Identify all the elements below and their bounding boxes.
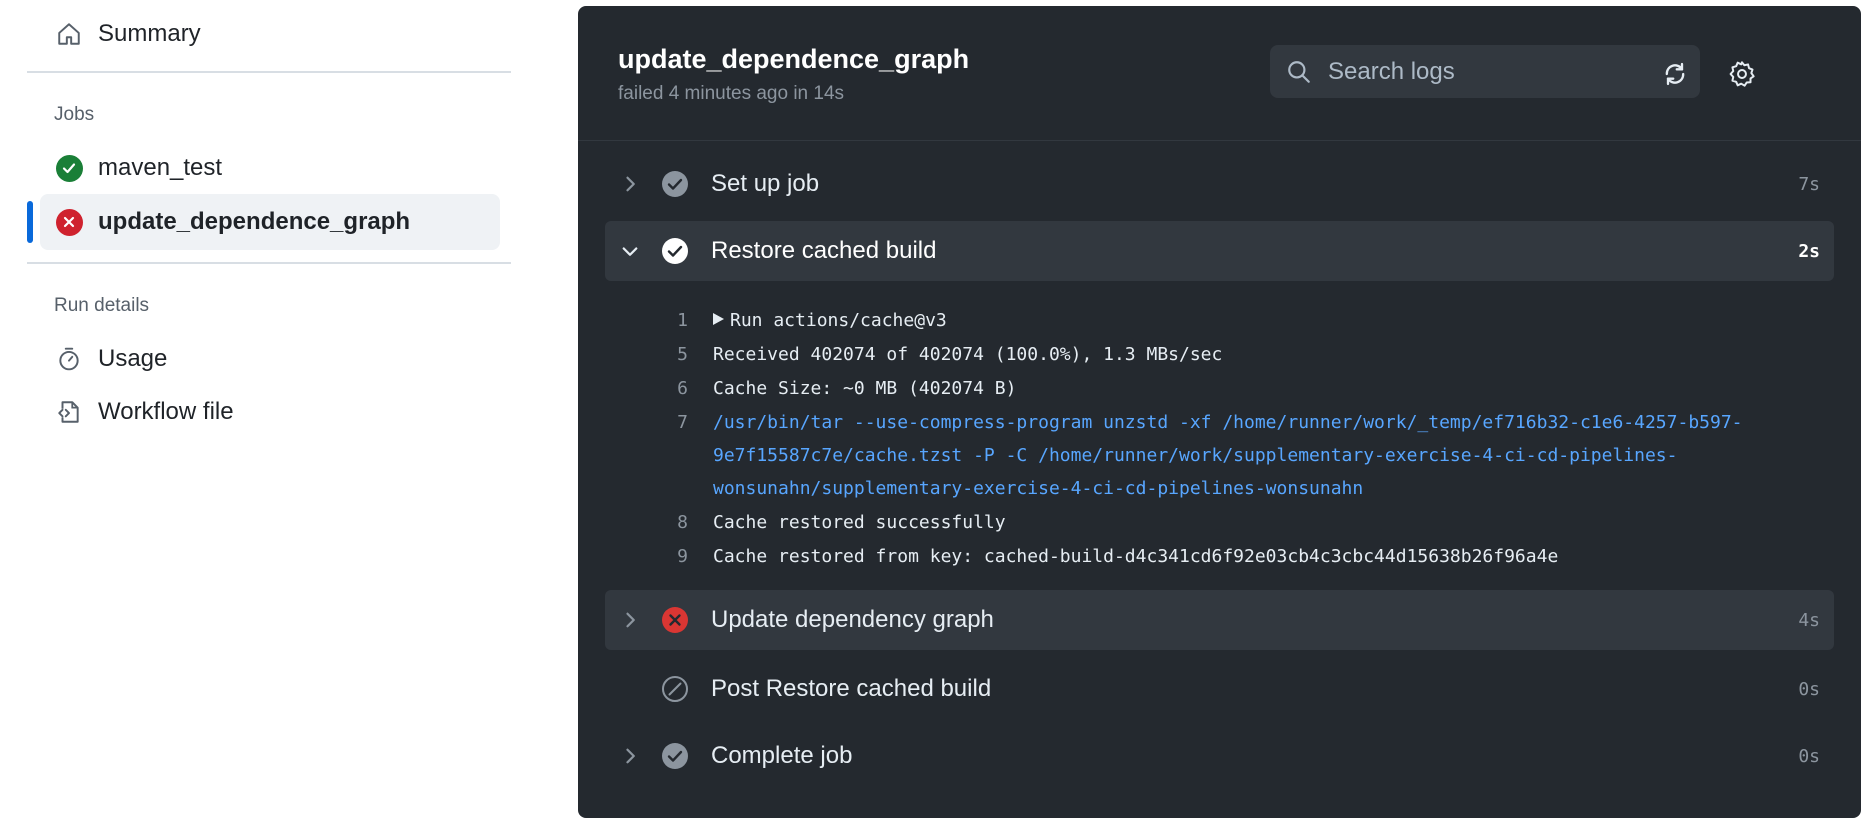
step-duration: 0s bbox=[1798, 678, 1820, 700]
step-update-dependency-graph[interactable]: Update dependency graph 4s bbox=[605, 590, 1834, 650]
chevron-right-icon bbox=[614, 168, 646, 200]
step-set-up-job[interactable]: Set up job 7s bbox=[605, 154, 1834, 214]
sidebar-item-workflow-file[interactable]: Workflow file bbox=[40, 384, 500, 440]
stopwatch-icon bbox=[54, 344, 84, 374]
home-icon bbox=[54, 19, 84, 49]
sidebar: Summary Jobs maven_test update_dependenc… bbox=[0, 0, 540, 823]
success-status-icon bbox=[54, 153, 84, 183]
line-number: 5 bbox=[677, 344, 688, 365]
line-number: 8 bbox=[677, 512, 688, 533]
chevron-right-icon bbox=[614, 740, 646, 772]
sidebar-item-label: Usage bbox=[98, 345, 168, 372]
failure-x-icon bbox=[660, 605, 690, 635]
step-post-restore-cached-build[interactable]: Post Restore cached build 0s bbox=[605, 659, 1834, 719]
sidebar-job-update-dependence-graph[interactable]: update_dependence_graph bbox=[40, 194, 500, 250]
job-label: update_dependence_graph bbox=[98, 208, 411, 235]
step-duration: 4s bbox=[1798, 609, 1820, 631]
file-code-icon bbox=[54, 397, 84, 427]
sidebar-job-maven-test[interactable]: maven_test bbox=[40, 140, 500, 196]
gear-icon bbox=[1729, 61, 1755, 87]
search-icon bbox=[1284, 57, 1314, 87]
job-log-panel: update_dependence_graph failed 4 minutes… bbox=[578, 6, 1861, 818]
line-number: 1 bbox=[677, 310, 688, 331]
run-details-section-title: Run details bbox=[54, 295, 150, 316]
step-duration: 7s bbox=[1798, 173, 1820, 195]
success-check-icon bbox=[660, 169, 690, 199]
success-check-icon bbox=[660, 741, 690, 771]
sidebar-divider bbox=[27, 71, 511, 73]
line-number: 6 bbox=[677, 378, 688, 399]
jobs-section-title: Jobs bbox=[54, 104, 95, 125]
sidebar-item-label: Summary bbox=[98, 20, 201, 47]
line-number: 9 bbox=[677, 546, 688, 567]
step-name: Update dependency graph bbox=[711, 606, 994, 633]
success-check-icon bbox=[660, 236, 690, 266]
skipped-icon bbox=[660, 674, 690, 704]
job-status-text: failed 4 minutes ago in 14s bbox=[618, 83, 845, 104]
step-name: Set up job bbox=[711, 170, 820, 197]
log-command-text: wonsunahn/supplementary-exercise-4-ci-cd… bbox=[713, 478, 1364, 499]
step-restore-cached-build[interactable]: Restore cached build 2s bbox=[605, 221, 1834, 281]
log-text: Received 402074 of 402074 (100.0%), 1.3 … bbox=[713, 344, 1223, 365]
step-name: Complete job bbox=[711, 742, 853, 769]
log-text: Cache restored from key: cached-build-d4… bbox=[713, 546, 1559, 567]
log-text: Run actions/cache@v3 bbox=[730, 310, 947, 331]
log-command-text: 9e7f15587c7e/cache.tzst -P -C /home/runn… bbox=[713, 445, 1678, 466]
chevron-down-icon bbox=[614, 235, 646, 267]
refresh-button[interactable] bbox=[1659, 58, 1691, 90]
sidebar-item-usage[interactable]: Usage bbox=[40, 331, 500, 387]
failure-status-icon bbox=[54, 207, 84, 237]
sidebar-divider bbox=[27, 262, 511, 264]
log-text: Cache restored successfully bbox=[713, 512, 1006, 533]
log-command-text: /usr/bin/tar --use-compress-program unzs… bbox=[713, 412, 1743, 433]
refresh-icon bbox=[1665, 62, 1685, 86]
sidebar-item-label: Workflow file bbox=[98, 398, 234, 425]
chevron-placeholder bbox=[614, 673, 646, 705]
log-text: Cache Size: ~0 MB (402074 B) bbox=[713, 378, 1017, 399]
line-number: 7 bbox=[677, 412, 688, 433]
page-title: update_dependence_graph bbox=[618, 44, 970, 74]
active-indicator bbox=[27, 201, 33, 243]
chevron-right-icon bbox=[614, 604, 646, 636]
sidebar-item-summary[interactable]: Summary bbox=[40, 6, 500, 62]
job-label: maven_test bbox=[98, 154, 223, 181]
log-header: update_dependence_graph failed 4 minutes… bbox=[578, 6, 1861, 141]
step-name: Restore cached build bbox=[711, 237, 937, 264]
settings-button[interactable] bbox=[1726, 58, 1758, 90]
search-logs-field[interactable] bbox=[1270, 45, 1700, 98]
step-duration: 2s bbox=[1798, 240, 1820, 262]
search-logs-input[interactable] bbox=[1326, 56, 1690, 87]
step-complete-job[interactable]: Complete job 0s bbox=[605, 726, 1834, 786]
expand-triangle-icon bbox=[713, 313, 724, 325]
step-name: Post Restore cached build bbox=[711, 675, 992, 702]
step-duration: 0s bbox=[1798, 745, 1820, 767]
